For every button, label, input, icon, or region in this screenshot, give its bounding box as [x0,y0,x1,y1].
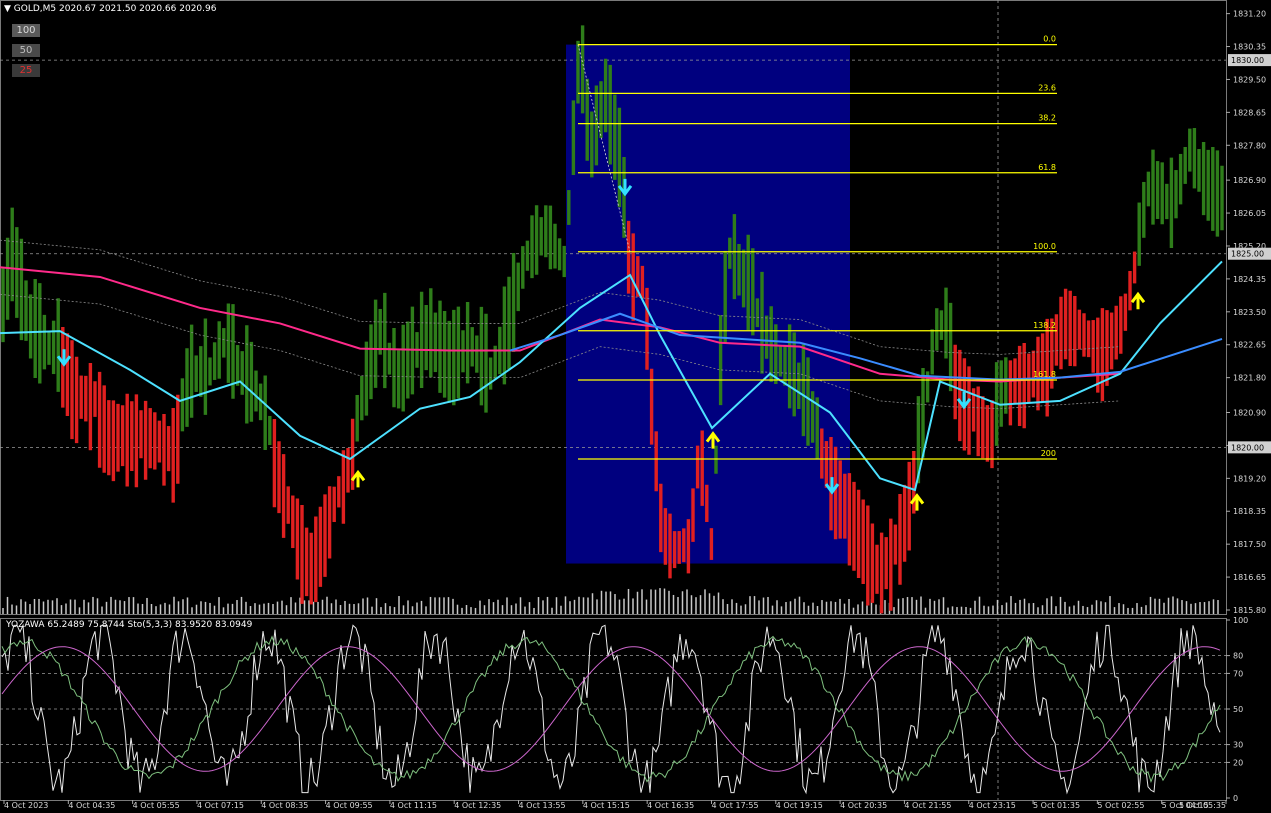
oscillator-level-label: 0 [1233,794,1238,803]
price-highlight-label: 1825.00 [1231,250,1264,259]
indicator-header: YOZAWA 65.2489 75.8744 Sto(5,3,3) 83.952… [6,620,253,630]
time-tick-label: 4 Oct 12:35 [454,801,501,810]
time-tick-label: 5 Oct 05:35 [1179,801,1226,810]
time-tick-label: 4 Oct 2023 [4,801,48,810]
price-highlight-label: 1820.00 [1231,443,1264,452]
fib-level-label: 200 [1041,449,1056,458]
oscillator-level-label: 20 [1233,758,1243,767]
time-tick-label: 5 Oct 02:55 [1097,801,1144,810]
symbol-header: ▼ GOLD,M5 2020.67 2021.50 2020.66 2020.9… [4,4,216,14]
time-tick-label: 4 Oct 04:35 [68,801,115,810]
price-tick-label: 1826.90 [1233,176,1266,185]
oscillator-level-label: 100 [1233,616,1248,625]
price-tick-label: 1831.20 [1233,10,1266,19]
time-tick-label: 4 Oct 09:55 [326,801,373,810]
price-tick-label: 1821.80 [1233,374,1266,383]
price-tick-label: 1826.05 [1233,209,1266,218]
fib-level-label: 23.6 [1038,83,1056,92]
price-tick-label: 1828.65 [1233,108,1266,117]
oscillator-level-label: 50 [1233,705,1243,714]
price-tick-label: 1817.50 [1233,540,1266,549]
level-button-100[interactable]: 100 [12,24,40,37]
price-tick-label: 1829.50 [1233,75,1266,84]
time-tick-label: 4 Oct 20:35 [840,801,887,810]
oscillator-level-label: 70 [1233,669,1243,678]
fib-level-label: 61.8 [1038,163,1056,172]
signal-arrow-up-icon [1130,291,1146,310]
time-tick-label: 4 Oct 15:15 [583,801,630,810]
time-tick-label: 4 Oct 19:15 [776,801,823,810]
price-tick-label: 1818.35 [1233,507,1266,516]
time-tick-label: 4 Oct 08:35 [261,801,308,810]
time-tick-label: 4 Oct 07:15 [197,801,244,810]
price-tick-label: 1824.35 [1233,275,1266,284]
oscillator-level-label: 80 [1233,652,1243,661]
level-button-50[interactable]: 50 [12,44,40,57]
fib-level-label: 100.0 [1033,242,1056,251]
time-tick-label: 4 Oct 21:55 [904,801,951,810]
price-tick-label: 1822.65 [1233,341,1266,350]
oscillator-level-label: 30 [1233,741,1243,750]
price-tick-label: 1827.80 [1233,141,1266,150]
price-tick-label: 1830.35 [1233,43,1266,52]
fib-level-label: 0.0 [1043,35,1056,44]
symbol-line: GOLD,M5 2020.67 2021.50 2020.66 2020.96 [13,4,217,14]
price-tick-label: 1819.20 [1233,474,1266,483]
time-tick-label: 4 Oct 16:35 [647,801,694,810]
time-tick-label: 4 Oct 23:15 [969,801,1016,810]
price-tick-label: 1823.50 [1233,308,1266,317]
chart-svg[interactable]: 1831.20 1830.35 1829.50 1828.65 1827.80 1826.… [0,0,1271,813]
price-tick-label: 1816.65 [1233,573,1266,582]
level-button-25[interactable]: 25 [12,64,40,77]
stochastic-main-line [1,623,1221,795]
time-tick-label: 5 Oct 01:35 [1033,801,1080,810]
fib-level-label: 161.8 [1033,370,1056,379]
time-tick-label: 4 Oct 05:55 [133,801,180,810]
fib-level-label: 38.2 [1038,114,1056,123]
fib-level-label: 138.2 [1033,321,1056,330]
price-highlight-label: 1830.00 [1231,56,1264,65]
time-tick-label: 4 Oct 17:55 [711,801,758,810]
time-tick-label: 4 Oct 13:55 [519,801,566,810]
dropdown-triangle-icon[interactable]: ▼ [4,4,11,14]
oscillator-pane-border [0,618,1227,801]
stochastic-green-line [1,635,1221,784]
time-tick-label: 4 Oct 11:15 [390,801,437,810]
price-tick-label: 1820.90 [1233,408,1266,417]
price-tick-label: 1815.80 [1233,606,1266,615]
